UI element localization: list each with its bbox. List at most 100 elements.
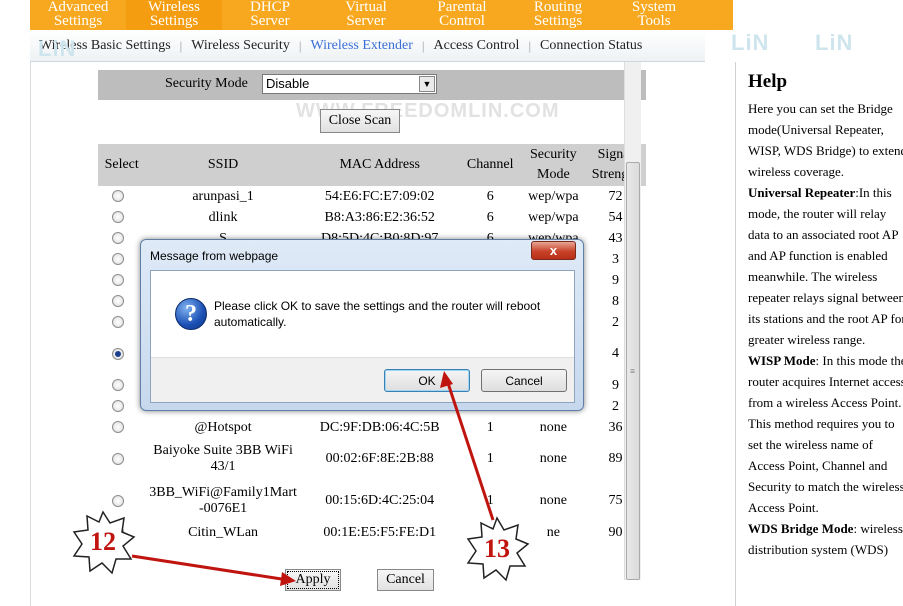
top-nav-item-line2: Settings bbox=[533, 13, 583, 29]
top-nav-item-line1: DHCP bbox=[249, 0, 290, 15]
col-channel: Channel bbox=[458, 144, 522, 186]
security-mode-select[interactable]: Disable ▼ bbox=[262, 74, 437, 94]
scrollbar-thumb[interactable]: ≡ bbox=[626, 162, 640, 580]
top-nav-item[interactable]: System Tools bbox=[606, 0, 702, 30]
dialog-ok-button[interactable]: OK bbox=[384, 369, 470, 392]
select-cell bbox=[98, 417, 145, 438]
help-description: :In this mode, the router will relay dat… bbox=[748, 185, 903, 347]
table-row[interactable]: Baiyoke Suite 3BB WiFi 43/1 00:02:6F:8E:2B… bbox=[98, 438, 646, 480]
top-nav-item[interactable]: Advanced Settings bbox=[30, 0, 126, 30]
select-radio[interactable] bbox=[112, 494, 124, 507]
help-text: Here you can set the Bridge mode(Univers… bbox=[748, 98, 903, 606]
cancel-button[interactable]: Cancel bbox=[377, 569, 434, 591]
select-cell bbox=[98, 375, 145, 396]
table-row[interactable]: dlink B8:A3:86:E2:36:52 6 wep/wpa 54 bbox=[98, 207, 646, 228]
table-row[interactable]: arunpasi_1 54:E6:FC:E7:09:02 6 wep/wpa 72 bbox=[98, 186, 646, 207]
table-row[interactable]: Citin_WLan 00:1E:E5:F5:FE:D1 2 ne 90 bbox=[98, 522, 646, 543]
dialog-title: Message from webpage bbox=[150, 249, 279, 263]
close-icon[interactable]: x bbox=[531, 241, 576, 260]
select-radio[interactable] bbox=[112, 526, 124, 539]
security-cell: none bbox=[539, 451, 567, 466]
sub-nav-tab[interactable]: Wireless Security bbox=[182, 38, 299, 54]
select-cell bbox=[98, 228, 145, 249]
chevron-down-icon[interactable]: ▼ bbox=[419, 76, 435, 92]
select-radio[interactable] bbox=[112, 452, 124, 465]
channel-cell: 1 bbox=[486, 493, 494, 508]
select-radio[interactable] bbox=[112, 211, 124, 224]
security-cell: wep/wpa bbox=[528, 188, 579, 204]
help-term: WDS Bridge Mode bbox=[748, 521, 854, 536]
security-cell: none bbox=[539, 419, 567, 435]
select-radio[interactable] bbox=[112, 347, 124, 360]
security-mode-value: Disable bbox=[266, 76, 310, 91]
content-scrollbar[interactable]: ≡ bbox=[624, 62, 641, 580]
sub-nav-tab[interactable]: Connection Status bbox=[531, 38, 651, 54]
top-nav-item-line1: System bbox=[631, 0, 677, 15]
table-row[interactable]: 3BB_WiFi@Family1Mart -0076E1 00:15:6D:4C:2… bbox=[98, 480, 646, 522]
dialog-message-line2: automatically. bbox=[214, 315, 287, 329]
dialog-message-line1: Please click OK to save the settings and… bbox=[214, 299, 541, 313]
select-radio[interactable] bbox=[112, 379, 124, 392]
select-radio[interactable] bbox=[112, 274, 124, 287]
security-cell: ne bbox=[546, 524, 560, 540]
table-row[interactable]: @Hotspot DC:9F:DB:06:4C:5B 1 none 36 bbox=[98, 417, 646, 438]
top-nav-item[interactable]: Parental Control bbox=[414, 0, 510, 30]
select-radio[interactable] bbox=[112, 316, 124, 329]
select-cell bbox=[98, 522, 145, 543]
top-nav-item[interactable]: DHCP Server bbox=[222, 0, 318, 30]
close-scan-button[interactable]: Close Scan bbox=[320, 109, 400, 133]
top-nav-item-line2: Settings bbox=[53, 13, 103, 29]
col-security: Security Mode bbox=[521, 144, 585, 186]
ssid-line1: Baiyoke Suite 3BB WiFi bbox=[153, 443, 293, 458]
top-nav-item-line1: Parental bbox=[437, 0, 487, 15]
lin-logo: LiN bbox=[38, 36, 77, 61]
security-mode-bar: Security Mode Disable ▼ bbox=[98, 70, 646, 100]
col-security-line1: Security bbox=[530, 147, 577, 162]
question-icon: ? bbox=[175, 298, 207, 330]
top-nav-item[interactable]: Virtual Server bbox=[318, 0, 414, 30]
apply-button[interactable]: Apply bbox=[285, 569, 341, 591]
ssid-cell: Citin_WLan bbox=[188, 524, 259, 540]
dialog-footer: OK Cancel bbox=[151, 357, 574, 402]
help-term: Universal Repeater bbox=[748, 185, 856, 200]
top-nav-item-line2: Settings bbox=[149, 13, 199, 29]
message-dialog: Message from webpage x ? Please click OK… bbox=[140, 239, 584, 411]
select-cell bbox=[98, 480, 145, 522]
select-radio[interactable] bbox=[112, 295, 124, 308]
help-paragraph: Universal Repeater:In this mode, the rou… bbox=[748, 185, 903, 347]
help-paragraph: WDS Bridge Mode: wireless distribution s… bbox=[748, 521, 903, 557]
select-radio[interactable] bbox=[112, 400, 124, 413]
ssid-cell: Baiyoke Suite 3BB WiFi 43/1 bbox=[145, 438, 300, 480]
lin-logo: LiN bbox=[731, 30, 770, 55]
sub-nav-tab[interactable]: Wireless Extender bbox=[301, 38, 421, 54]
ssid-line2: -0076E1 bbox=[198, 501, 248, 516]
select-cell bbox=[98, 312, 145, 333]
select-radio[interactable] bbox=[112, 232, 124, 245]
select-radio[interactable] bbox=[112, 421, 124, 434]
select-cell bbox=[98, 291, 145, 312]
ssid-cell: arunpasi_1 bbox=[192, 188, 254, 204]
select-cell bbox=[98, 270, 145, 291]
top-nav-item[interactable]: Wireless Settings bbox=[126, 0, 222, 30]
ssid-line1: 3BB_WiFi@Family1Mart bbox=[149, 485, 297, 500]
select-cell bbox=[98, 249, 145, 270]
select-cell bbox=[98, 438, 145, 480]
help-paragraph: WISP Mode: In this mode the router acqui… bbox=[748, 353, 903, 515]
dialog-body: ? Please click OK to save the settings a… bbox=[150, 270, 575, 403]
sub-nav-tab[interactable]: Access Control bbox=[425, 38, 529, 54]
lin-logo: LiN bbox=[815, 30, 854, 55]
ssid-cell: @Hotspot bbox=[194, 419, 252, 435]
dialog-cancel-button[interactable]: Cancel bbox=[481, 369, 567, 392]
select-cell bbox=[98, 333, 145, 375]
select-radio[interactable] bbox=[112, 190, 124, 203]
select-radio[interactable] bbox=[112, 253, 124, 266]
mac-cell: 00:02:6F:8E:2B:88 bbox=[325, 451, 434, 466]
channel-cell: 1 bbox=[486, 419, 494, 435]
select-cell bbox=[98, 207, 145, 228]
ssid-cell: dlink bbox=[208, 209, 238, 225]
top-nav-item[interactable]: Routing Settings bbox=[510, 0, 606, 30]
channel-cell: 2 bbox=[486, 524, 494, 540]
col-ssid: SSID bbox=[145, 144, 301, 186]
ssid-cell: 3BB_WiFi@Family1Mart -0076E1 bbox=[145, 480, 300, 522]
mac-cell: 54:E6:FC:E7:09:02 bbox=[324, 188, 435, 204]
